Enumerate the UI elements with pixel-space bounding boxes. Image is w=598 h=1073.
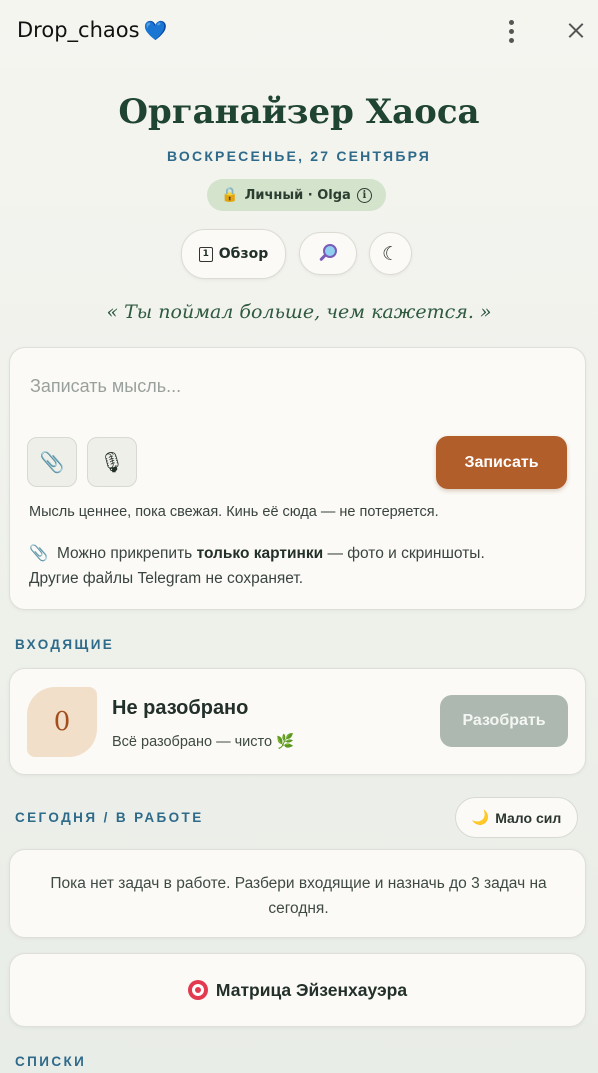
moon-icon: ☾	[381, 242, 400, 265]
attach-note-text-end: — фото и скриншоты.	[323, 545, 485, 562]
workspace-badge-label: Личный · Olga	[244, 187, 351, 203]
low-energy-label: Мало сил	[495, 809, 562, 826]
workspace-badge[interactable]: 🔒 Личный · Olga i	[207, 179, 386, 211]
inbox-count: 0	[27, 687, 97, 757]
inbox-subtitle-text: Всё разобрано — чисто	[112, 734, 273, 750]
today-section-label: СЕГОДНЯ / В РАБОТЕ	[15, 810, 204, 825]
capture-hint: Мысль ценнее, пока свежая. Кинь её сюда …	[29, 504, 439, 520]
thought-input[interactable]	[30, 372, 550, 400]
theme-toggle-button[interactable]: ☾	[369, 232, 412, 275]
app-page: Drop_chaos 💙 Органайзер Хаоса ВОСКРЕСЕНЬЕ…	[0, 0, 598, 1073]
eisenhower-matrix-button[interactable]: Матрица Эйзенхауэра	[9, 953, 586, 1027]
microphone-icon: 🎙	[99, 450, 125, 474]
window-title-text: Drop_chaos	[17, 18, 140, 42]
attach-button[interactable]: 📎	[27, 437, 77, 487]
eisenhower-matrix-label: Матрица Эйзенхауэра	[215, 979, 408, 1000]
page-title: Органайзер Хаоса	[118, 92, 480, 132]
crescent-moon-icon: 🌙	[471, 809, 490, 825]
search-button[interactable]	[299, 232, 357, 275]
attach-note-text: Можно прикрепить	[56, 545, 197, 562]
attach-note-line2: Другие файлы Telegram не сохраняет.	[29, 570, 304, 587]
herb-icon: 🌿	[276, 734, 295, 750]
low-energy-button[interactable]: 🌙 Мало сил	[455, 797, 578, 838]
attach-note: 📎 Можно прикрепить только картинки — фот…	[29, 541, 569, 591]
search-icon	[318, 243, 338, 264]
paperclip-icon: 📎	[39, 450, 65, 474]
window-header: Drop_chaos 💙	[0, 0, 598, 62]
inbox-card: 0 Не разобрано Всё разобрано — чисто 🌿 Р…	[9, 668, 586, 775]
date-label: ВОСКРЕСЕНЬЕ, 27 СЕНТЯБРЯ	[166, 148, 432, 164]
today-empty-text: Пока нет задач в работе. Разбери входящи…	[50, 875, 547, 917]
calendar-icon: 1	[198, 246, 213, 262]
attach-note-bold: только картинки	[196, 545, 324, 562]
blue-heart-icon: 💙	[143, 20, 168, 42]
window-title: Drop_chaos 💙	[17, 18, 167, 42]
target-icon	[187, 980, 208, 1000]
lock-icon: 🔒	[221, 187, 239, 203]
lists-section-label: СПИСКИ	[15, 1054, 87, 1069]
sort-inbox-button[interactable]: Разобрать	[440, 695, 568, 747]
inbox-subtitle: Всё разобрано — чисто 🌿	[112, 733, 294, 750]
today-card: Пока нет задач в работе. Разбери входящи…	[9, 849, 586, 938]
inbox-title: Не разобрано	[112, 697, 249, 719]
close-icon[interactable]	[563, 17, 589, 45]
motivational-quote: « Ты поймал больше, чем кажется. »	[106, 301, 492, 323]
info-icon[interactable]: i	[356, 187, 372, 203]
overview-button-label: Обзор	[218, 246, 269, 262]
paperclip-icon: 📎	[29, 545, 49, 562]
capture-card: 📎 🎙 Записать Мысль ценнее, пока свежая. …	[9, 347, 586, 610]
more-options-icon[interactable]	[499, 17, 523, 45]
record-button[interactable]: Записать	[436, 436, 567, 489]
inbox-section-label: ВХОДЯЩИЕ	[15, 637, 115, 652]
voice-button[interactable]: 🎙	[87, 437, 137, 487]
overview-button[interactable]: 1 Обзор	[181, 229, 286, 279]
